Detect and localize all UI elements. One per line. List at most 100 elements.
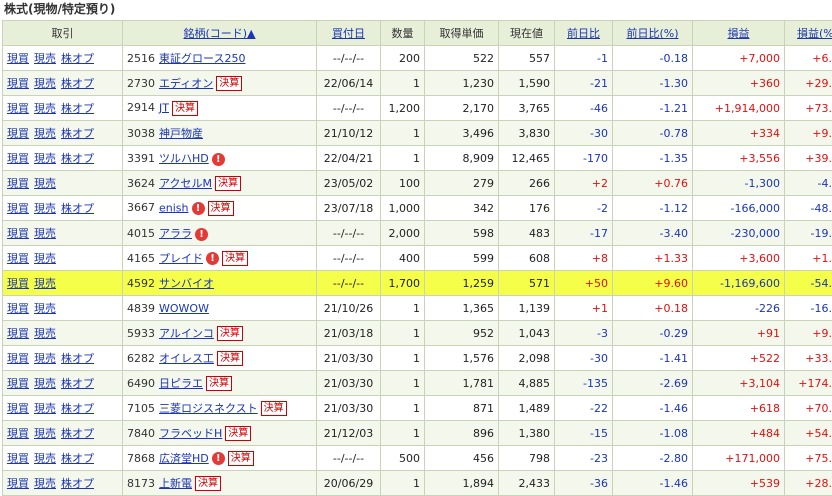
- buy-link[interactable]: 現買: [7, 52, 29, 65]
- earnings-badge[interactable]: 決算: [260, 401, 287, 417]
- stock-name-link[interactable]: 神戸物産: [159, 127, 203, 140]
- buy-link[interactable]: 現買: [7, 127, 29, 140]
- alert-icon[interactable]: !: [191, 201, 205, 215]
- current-price: 1,043: [498, 320, 555, 346]
- buy-link[interactable]: 現買: [7, 227, 29, 240]
- alert-icon[interactable]: !: [211, 152, 225, 166]
- sell-link[interactable]: 現売: [34, 152, 56, 165]
- stock-name-link[interactable]: フラベッドH: [159, 427, 222, 440]
- sell-link[interactable]: 現売: [34, 102, 56, 115]
- header-chgpct[interactable]: 前日比(%): [612, 20, 693, 46]
- earnings-badge[interactable]: 決算: [216, 76, 243, 92]
- buy-link[interactable]: 現買: [7, 152, 29, 165]
- earnings-badge[interactable]: 決算: [214, 176, 241, 192]
- option-link[interactable]: 株オプ: [61, 352, 94, 365]
- sell-link[interactable]: 現売: [34, 202, 56, 215]
- stock-name-link[interactable]: アクセルM: [159, 177, 212, 190]
- stock-name-link[interactable]: WOWOW: [159, 302, 209, 315]
- sell-link[interactable]: 現売: [34, 452, 56, 465]
- sort-plpct-link[interactable]: 損益(%): [797, 27, 832, 40]
- header-plpct[interactable]: 損益(%): [784, 20, 832, 46]
- quantity: 1: [380, 120, 425, 146]
- earnings-badge[interactable]: 決算: [171, 100, 198, 116]
- stock-name-link[interactable]: 広済堂HD: [159, 452, 209, 465]
- sell-link[interactable]: 現売: [34, 227, 56, 240]
- earnings-badge[interactable]: 決算: [227, 451, 254, 467]
- sell-link[interactable]: 現売: [34, 327, 56, 340]
- sell-link[interactable]: 現売: [34, 352, 56, 365]
- option-link[interactable]: 株オプ: [61, 127, 94, 140]
- buy-link[interactable]: 現買: [7, 202, 29, 215]
- earnings-badge[interactable]: 決算: [222, 251, 248, 267]
- header-pl[interactable]: 損益: [692, 20, 785, 46]
- earnings-badge[interactable]: 決算: [217, 351, 243, 367]
- option-link[interactable]: 株オプ: [61, 77, 94, 90]
- stock-name-link[interactable]: 三菱ロジスネクスト: [159, 402, 258, 415]
- buy-link[interactable]: 現買: [7, 352, 29, 365]
- stock-name-link[interactable]: JT: [159, 101, 169, 114]
- stock-name-link[interactable]: サンバイオ: [159, 277, 214, 290]
- header-name[interactable]: 銘柄(コード)▲: [122, 20, 317, 46]
- sell-link[interactable]: 現売: [34, 477, 56, 490]
- sell-link[interactable]: 現売: [34, 377, 56, 390]
- header-chg[interactable]: 前日比: [554, 20, 613, 46]
- buy-link[interactable]: 現買: [7, 252, 29, 265]
- buy-link[interactable]: 現買: [7, 102, 29, 115]
- purchase-date: 20/06/29: [316, 470, 381, 496]
- purchase-date: --/--/--: [316, 245, 381, 271]
- sell-link[interactable]: 現売: [34, 77, 56, 90]
- earnings-badge[interactable]: 決算: [206, 376, 232, 392]
- sell-link[interactable]: 現売: [34, 127, 56, 140]
- sell-link[interactable]: 現売: [34, 427, 56, 440]
- sell-link[interactable]: 現売: [34, 302, 56, 315]
- option-link[interactable]: 株オプ: [61, 452, 94, 465]
- stock-name-link[interactable]: ツルハHD: [159, 152, 209, 165]
- sell-link[interactable]: 現売: [34, 277, 56, 290]
- option-link[interactable]: 株オプ: [61, 477, 94, 490]
- stock-name-link[interactable]: オイレス工: [159, 352, 214, 365]
- option-link[interactable]: 株オプ: [61, 402, 94, 415]
- alert-icon[interactable]: !: [211, 452, 225, 466]
- buy-link[interactable]: 現買: [7, 177, 29, 190]
- sort-pl-link[interactable]: 損益: [728, 27, 750, 40]
- buy-link[interactable]: 現買: [7, 427, 29, 440]
- earnings-badge[interactable]: 決算: [216, 326, 243, 342]
- alert-icon[interactable]: !: [206, 252, 219, 266]
- sort-chgpct-link[interactable]: 前日比(%): [626, 27, 678, 40]
- sort-name-link[interactable]: 銘柄(コード)▲: [183, 27, 255, 40]
- option-link[interactable]: 株オプ: [61, 427, 94, 440]
- buy-link[interactable]: 現買: [7, 77, 29, 90]
- buy-link[interactable]: 現買: [7, 327, 29, 340]
- sort-date-link[interactable]: 買付日: [332, 27, 365, 40]
- sell-link[interactable]: 現売: [34, 402, 56, 415]
- option-link[interactable]: 株オプ: [61, 102, 94, 115]
- stock-name-link[interactable]: アルインコ: [159, 327, 214, 340]
- earnings-badge[interactable]: 決算: [195, 476, 221, 492]
- buy-link[interactable]: 現買: [7, 477, 29, 490]
- stock-name-link[interactable]: 上新電: [159, 477, 192, 490]
- buy-link[interactable]: 現買: [7, 452, 29, 465]
- earnings-badge[interactable]: 決算: [207, 200, 234, 216]
- sell-link[interactable]: 現売: [34, 177, 56, 190]
- stock-name-link[interactable]: エディオン: [159, 77, 213, 90]
- buy-link[interactable]: 現買: [7, 377, 29, 390]
- sell-link[interactable]: 現売: [34, 52, 56, 65]
- option-link[interactable]: 株オプ: [61, 52, 94, 65]
- stock-name-link[interactable]: 日ピラエ: [159, 377, 203, 390]
- option-link[interactable]: 株オプ: [61, 152, 94, 165]
- buy-link[interactable]: 現買: [7, 402, 29, 415]
- earnings-badge[interactable]: 決算: [225, 426, 252, 442]
- buy-link[interactable]: 現買: [7, 277, 29, 290]
- stock-name-link[interactable]: プレイド: [159, 252, 203, 265]
- sort-chg-link[interactable]: 前日比: [567, 27, 600, 40]
- option-link[interactable]: 株オプ: [61, 202, 94, 215]
- stock-name-link[interactable]: アララ: [159, 227, 192, 240]
- alert-icon[interactable]: !: [195, 227, 208, 241]
- header-date[interactable]: 買付日: [316, 20, 381, 46]
- stock-name-link[interactable]: enish: [159, 201, 189, 214]
- table-row: 現買 現売 株オプ 2516 東証グロース250 --/--/-- 200 522 557 -1-…: [2, 45, 832, 71]
- option-link[interactable]: 株オプ: [61, 377, 94, 390]
- buy-link[interactable]: 現買: [7, 302, 29, 315]
- stock-name-link[interactable]: 東証グロース250: [159, 52, 245, 65]
- sell-link[interactable]: 現売: [34, 252, 56, 265]
